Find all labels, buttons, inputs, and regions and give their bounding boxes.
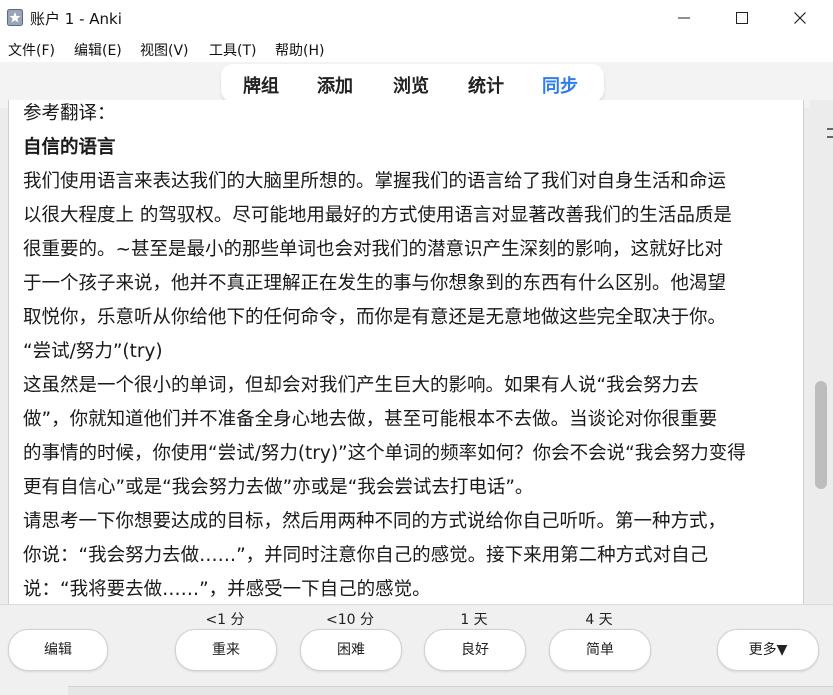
- menu-view[interactable]: 视图(V): [140, 40, 189, 60]
- minimize-icon: [678, 17, 690, 19]
- toolbar-decks[interactable]: 牌组: [243, 72, 279, 98]
- card-view: 参考翻译： 自信的语言 我们使用语言来表达我们的大脑里所想的。掌握我们的语言给了…: [8, 100, 804, 604]
- interval-hard: <10 分: [326, 612, 374, 628]
- maximize-icon: [736, 12, 748, 24]
- interval-good: 1 天: [460, 612, 488, 628]
- maximize-button[interactable]: [713, 0, 771, 36]
- toolbar-stats[interactable]: 统计: [468, 72, 504, 98]
- answer-bar: 编辑 <1 分 重来 <10 分 困难 1 天 良好 4 天 简单 更多▼: [0, 604, 833, 695]
- card-line: 你说：“我会努力去做……”，并同时注意你自己的感觉。接下来用第二种方式对自己: [23, 545, 709, 566]
- card-line: 取悦你，乐意听从你给他下的任何命令，而你是有意还是无意地做这些完全取决于你。: [23, 307, 727, 328]
- card-line: 我们使用语言来表达我们的大脑里所想的。掌握我们的语言给了我们对自身生活和命运: [23, 171, 727, 192]
- card-line: 更有自信心”或是“我会努力去做”亦或是“我会尝试去打电话”。: [23, 477, 534, 498]
- more-button[interactable]: 更多▼: [717, 629, 819, 671]
- menu-help[interactable]: 帮助(H): [275, 40, 324, 60]
- hard-button[interactable]: 困难: [300, 629, 402, 671]
- card-line: 这虽然是一个很小的单词，但却会对我们产生巨大的影响。如果有人说“我会努力去: [23, 375, 699, 396]
- menu-bar: 文件(F) 编辑(E) 视图(V) 工具(T) 帮助(H): [0, 36, 833, 62]
- window-title: 账户 1 - Anki: [30, 10, 122, 28]
- title-bar: 账户 1 - Anki: [0, 0, 833, 36]
- good-button[interactable]: 良好: [424, 629, 526, 671]
- card-line: “尝试/努力”(try): [23, 341, 163, 362]
- scrollbar-track[interactable]: [810, 100, 833, 604]
- card-line: 很重要的。~甚至是最小的那些单词也会对我们的潜意识产生深刻的影响，这就好比对: [23, 239, 724, 260]
- card-line: 请思考一下你想要达成的目标，然后用两种不同的方式说给你自己听听。第一种方式，: [23, 511, 727, 532]
- edge-mark: [827, 128, 833, 130]
- card-line: 于一个孩子来说，他并不真正理解正在发生的事与你想象到的东西有什么区别。他渴望: [23, 273, 727, 294]
- toolbar-pill: 牌组 添加 浏览 统计 同步: [221, 64, 604, 102]
- scrollbar-thumb[interactable]: [815, 381, 827, 489]
- interval-easy: 4 天: [585, 612, 613, 628]
- card-content: 参考翻译： 自信的语言 我们使用语言来表达我们的大脑里所想的。掌握我们的语言给了…: [23, 100, 795, 604]
- toolbar-add[interactable]: 添加: [317, 72, 353, 98]
- interval-again: <1 分: [205, 612, 245, 628]
- close-button[interactable]: [771, 0, 829, 36]
- edit-button[interactable]: 编辑: [8, 629, 108, 671]
- menu-tools[interactable]: 工具(T): [209, 40, 256, 60]
- close-icon: [794, 12, 806, 24]
- card-heading: 自信的语言: [23, 137, 116, 158]
- again-button[interactable]: 重来: [175, 629, 277, 671]
- edge-mark: [827, 136, 833, 138]
- card-line: 说：“我将要去做……”，并感受一下自己的感觉。: [23, 579, 431, 600]
- card-line: 以很大程度上 的驾驭权。尽可能地用最好的方式使用语言对显著改善我们的生活品质是: [23, 205, 732, 226]
- card-line: 的事情的时候，你使用“尝试/努力(try)”这个单词的频率如何？你会不会说“我会…: [23, 443, 746, 464]
- toolbar-sync[interactable]: 同步: [542, 72, 578, 98]
- easy-button[interactable]: 简单: [549, 629, 651, 671]
- card-line: 参考翻译：: [23, 103, 116, 124]
- menu-file[interactable]: 文件(F): [8, 40, 55, 60]
- anki-star-icon: [7, 9, 23, 26]
- minimize-button[interactable]: [655, 0, 713, 36]
- menu-edit[interactable]: 编辑(E): [74, 40, 122, 60]
- card-line: 做”，你就知道他们并不准备全身心地去做，甚至可能根本不去做。当谈论对你很重要: [23, 409, 718, 430]
- toolbar-browse[interactable]: 浏览: [393, 72, 429, 98]
